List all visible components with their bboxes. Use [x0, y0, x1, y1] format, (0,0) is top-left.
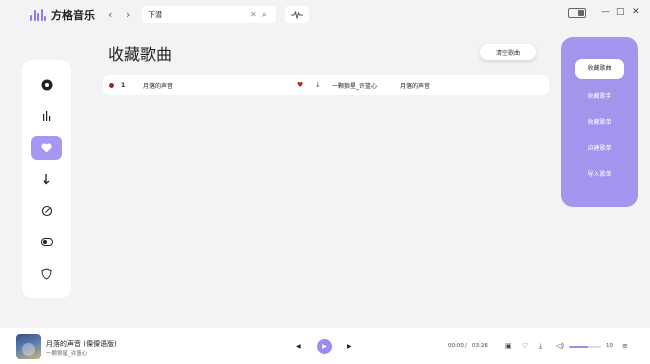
sidebar-item-favorites[interactable]: [31, 136, 62, 160]
album-cover[interactable]: [16, 334, 41, 359]
chart-bars-icon: [42, 111, 50, 121]
waveform-icon: [291, 10, 303, 19]
download-icon[interactable]: ⤓: [539, 342, 542, 351]
minimize-button[interactable]: —: [601, 7, 610, 17]
app-logo: 方格音乐: [30, 7, 95, 23]
now-playing-artist[interactable]: 一颗狼星_许篮心: [46, 349, 87, 357]
sidebar-item-about[interactable]: [31, 262, 62, 286]
playing-indicator: [109, 82, 114, 88]
listen-recognize-button[interactable]: [285, 6, 309, 23]
maximize-button[interactable]: □: [616, 7, 625, 17]
current-time: 00:00: [448, 343, 464, 349]
tab-favorite-artists[interactable]: 收藏歌手: [561, 91, 638, 100]
playlist-icon[interactable]: ≡: [622, 342, 628, 350]
download-icon: [42, 174, 49, 185]
download-song-icon[interactable]: ↓: [315, 81, 321, 89]
toggle-icon: [40, 238, 53, 246]
like-icon[interactable]: ♡: [522, 342, 528, 350]
song-title[interactable]: 月落的声音: [143, 81, 173, 90]
play-icon: ▶: [322, 343, 327, 350]
tab-favorite-songs[interactable]: 收藏歌曲: [575, 59, 624, 79]
song-artist[interactable]: 一颗狼星_许篮心: [332, 81, 377, 90]
clear-songs-button[interactable]: 清空歌曲: [480, 44, 536, 60]
back-icon[interactable]: ‹: [108, 8, 112, 21]
volume-icon[interactable]: ◁): [556, 342, 564, 350]
clear-search-icon[interactable]: ✕: [250, 10, 257, 19]
previous-icon[interactable]: ◀: [296, 343, 301, 350]
close-button[interactable]: ✕: [632, 7, 640, 17]
tab-import-playlist[interactable]: 导入歌单: [561, 169, 638, 178]
volume-slider[interactable]: [569, 346, 601, 348]
left-sidebar: [22, 60, 71, 298]
next-icon[interactable]: ▶: [347, 343, 352, 350]
favorites-category-panel: 收藏歌曲 收藏歌手 收藏歌单 自建歌单 导入歌单: [561, 37, 638, 207]
duration: 03:26: [472, 343, 488, 349]
shield-icon: [41, 268, 52, 280]
now-playing-title[interactable]: 月落的声音 (傈僳语版): [46, 339, 117, 349]
sidebar-item-explore[interactable]: [31, 199, 62, 223]
volume-value: 10: [606, 343, 613, 349]
forward-icon[interactable]: ›: [126, 8, 130, 21]
search-input[interactable]: [148, 10, 246, 19]
logo-icon: [30, 9, 46, 21]
song-album[interactable]: 月落的声音: [400, 81, 430, 90]
search-box: ✕ ⌕: [142, 6, 276, 23]
sidebar-item-downloads[interactable]: [31, 167, 62, 191]
time-separator: /: [465, 343, 467, 349]
sidebar-item-charts[interactable]: [31, 104, 62, 128]
play-button[interactable]: ▶: [317, 339, 332, 354]
liked-heart-icon[interactable]: ♥: [297, 81, 303, 89]
compass-icon: [41, 205, 52, 217]
page-title: 收藏歌曲: [108, 45, 173, 64]
tab-custom-playlists[interactable]: 自建歌单: [561, 143, 638, 152]
song-index: 1: [121, 81, 126, 89]
volume-level: [569, 346, 589, 348]
player-bar: 月落的声音 (傈僳语版) 一颗狼星_许篮心 ◀ ▶ ▶ 00:00 / 03:2…: [0, 328, 650, 364]
app-name: 方格音乐: [51, 9, 95, 22]
mini-mode-toggle-icon[interactable]: [568, 8, 586, 18]
lyrics-icon[interactable]: ▣: [505, 342, 512, 350]
tab-favorite-playlists[interactable]: 收藏歌单: [561, 117, 638, 126]
table-row[interactable]: 1 月落的声音 ♥ ↓ 一颗狼星_许篮心 月落的声音: [103, 75, 549, 95]
sidebar-item-settings[interactable]: [31, 230, 62, 254]
disc-icon: [41, 79, 52, 91]
sidebar-item-discover[interactable]: [31, 73, 62, 97]
search-icon[interactable]: ⌕: [262, 10, 267, 20]
heart-icon: [41, 143, 52, 153]
